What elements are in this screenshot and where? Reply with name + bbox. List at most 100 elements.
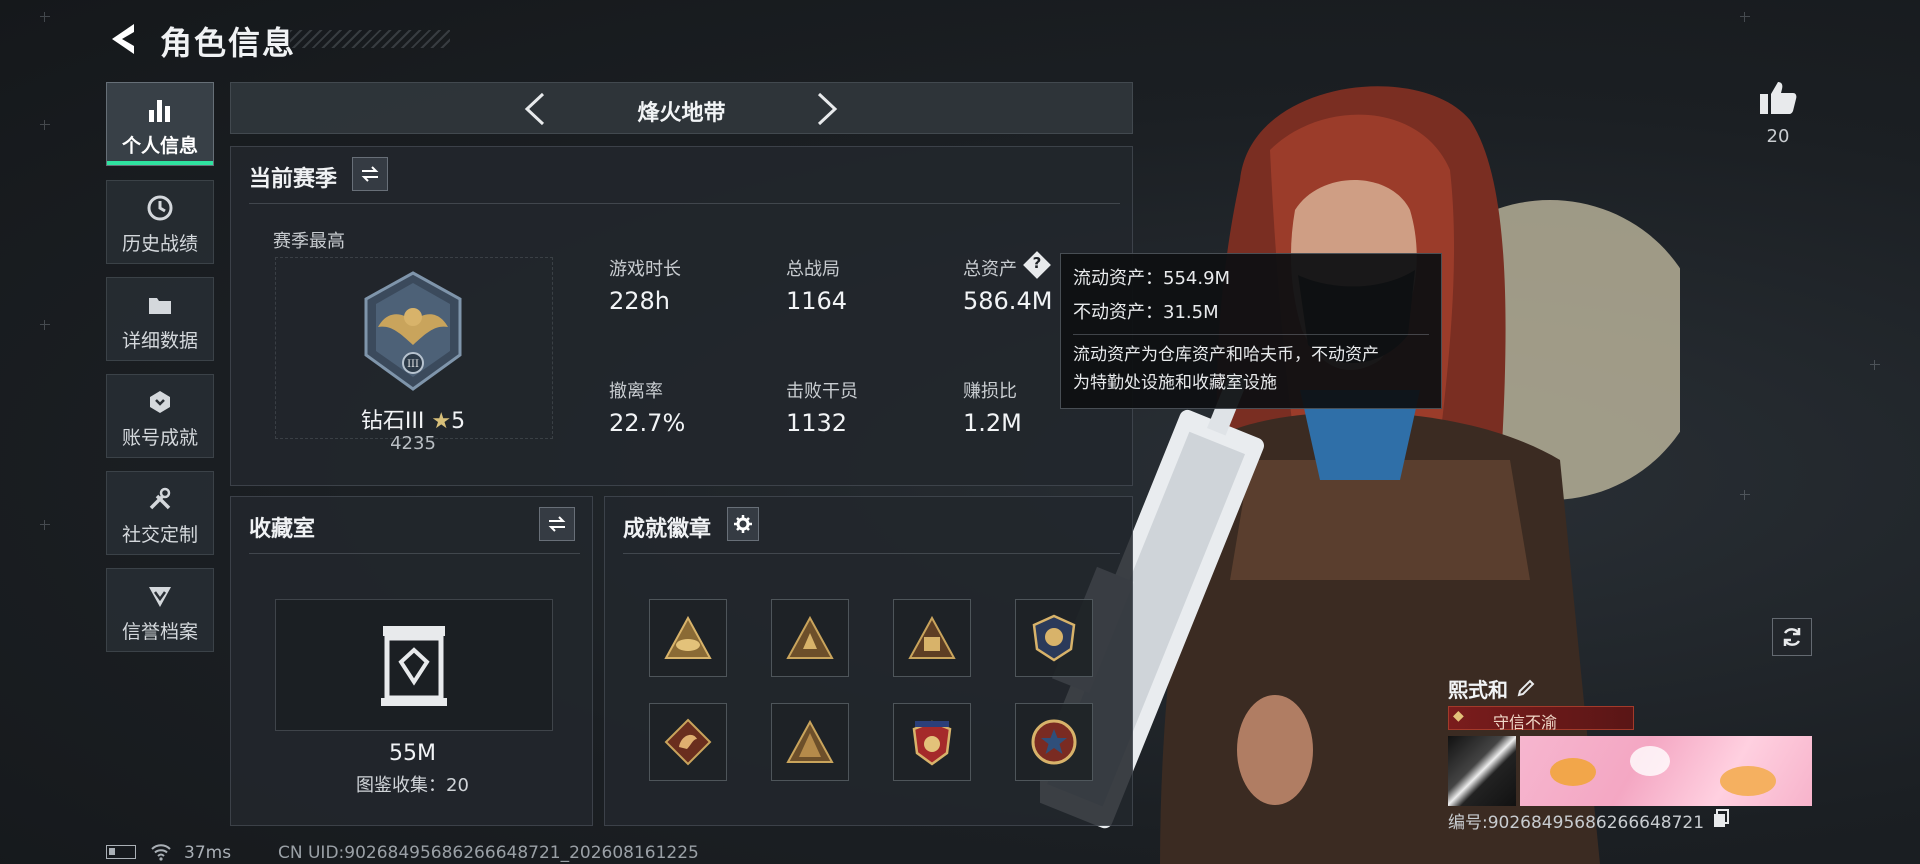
collection-switch-button[interactable] <box>539 507 575 541</box>
triangle-badge-icon <box>786 615 834 659</box>
triangle-badge-icon <box>908 615 956 659</box>
sidebar-item-history[interactable]: 历史战绩 <box>106 180 214 264</box>
collection-panel[interactable]: 收藏室 55M 图鉴收集：20 <box>230 496 593 826</box>
sidebar-item-personal-info[interactable]: 个人信息 <box>106 82 214 166</box>
stat-label: 击败干员 <box>786 381 858 402</box>
clock-icon <box>147 195 173 221</box>
name-card-banner[interactable] <box>1520 736 1812 806</box>
badge-slot[interactable] <box>649 599 727 677</box>
bar-chart-icon <box>149 100 170 122</box>
uid-text: CN UID:90268495686266648721_202608161225 <box>278 843 699 863</box>
grid-mark <box>40 520 50 530</box>
assets-tooltip: 流动资产：554.9M 不动资产：31.5M 流动资产为仓库资产和哈夫币，不动资… <box>1060 253 1442 409</box>
svg-text:III: III <box>407 359 419 370</box>
battery-icon <box>106 845 136 859</box>
stat-label: 赚损比 <box>963 381 1017 402</box>
refresh-button[interactable] <box>1772 618 1812 656</box>
tooltip-fixed: 不动资产：31.5M <box>1073 302 1219 323</box>
grid-mark <box>40 120 50 130</box>
sidebar-item-label: 详细数据 <box>121 330 198 352</box>
collection-preview <box>275 599 553 731</box>
grid-mark <box>1740 12 1750 22</box>
chevron-right-icon[interactable] <box>813 91 841 127</box>
grid-mark <box>40 320 50 330</box>
season-panel: 当前赛季 赛季最高 III 钻石III ★5 4235 游戏时长 228h 总战… <box>230 146 1133 486</box>
back-arrow-icon[interactable] <box>106 20 140 58</box>
vault-icon <box>381 626 447 706</box>
badge-slot[interactable] <box>893 599 971 677</box>
sidebar-item-details[interactable]: 详细数据 <box>106 277 214 361</box>
stat-label: 撤离率 <box>609 381 663 402</box>
stat-value: 1164 <box>786 287 848 315</box>
achievement-icon <box>150 391 170 413</box>
rank-name-row: 钻石III ★5 <box>275 403 551 435</box>
profile-card: 熙式和 ◆ 守信不渝 <box>1444 672 1814 812</box>
copy-icon[interactable] <box>1712 808 1730 828</box>
stat-label: 总资产 <box>963 259 1017 280</box>
season-switch-button[interactable] <box>352 157 388 191</box>
grid-mark <box>1870 360 1880 370</box>
badge-slot[interactable] <box>1015 703 1093 781</box>
swap-icon <box>361 166 379 182</box>
honor-title-badge: ◆ 守信不渝 <box>1448 706 1634 732</box>
sidebar-item-label: 信誉档案 <box>121 621 198 643</box>
sidebar-item-label: 账号成就 <box>121 427 198 449</box>
star-badge-icon <box>1031 719 1077 765</box>
badge-slot[interactable] <box>649 703 727 781</box>
dragon-badge-icon <box>664 718 712 766</box>
badges-title: 成就徽章 <box>623 517 712 542</box>
mode-title: 烽火地带 <box>637 101 726 126</box>
swap-icon <box>548 516 566 532</box>
divider <box>249 203 1120 204</box>
sidebar-item-achievements[interactable]: 账号成就 <box>106 374 214 458</box>
stat-label: 游戏时长 <box>609 259 681 280</box>
title-decoration <box>290 30 450 48</box>
thumbs-up-icon[interactable] <box>1758 80 1798 116</box>
triangle-badge-icon <box>664 615 712 659</box>
collection-count: 图鉴收集：20 <box>356 775 469 796</box>
grid-mark <box>40 12 50 22</box>
honor-title: 守信不渝 <box>1493 713 1558 732</box>
stat-value: 1.2M <box>963 409 1022 437</box>
edit-icon[interactable] <box>1516 678 1536 698</box>
sidebar-item-social[interactable]: 社交定制 <box>106 471 214 555</box>
tooltip-liquid: 流动资产：554.9M <box>1073 268 1231 289</box>
sidebar-item-label: 社交定制 <box>121 524 198 546</box>
badge-slot[interactable] <box>893 703 971 781</box>
diamond-rank-emblem: III <box>364 271 462 391</box>
player-name: 熙式和 <box>1448 678 1508 702</box>
sidebar-item-credit[interactable]: 信誉档案 <box>106 568 214 652</box>
avatar[interactable] <box>1448 736 1516 806</box>
sidebar-item-label: 历史战绩 <box>121 233 198 255</box>
mode-selector: 烽火地带 <box>230 82 1133 134</box>
collection-title: 收藏室 <box>249 517 316 542</box>
ping-value: 37ms <box>184 843 232 863</box>
stat-value: 586.4M <box>963 287 1053 315</box>
divider <box>1073 334 1429 335</box>
rank-stars: 5 <box>451 409 466 434</box>
badges-panel: 成就徽章 <box>604 496 1133 826</box>
badge-slot[interactable] <box>771 599 849 677</box>
badge-slot[interactable] <box>771 703 849 781</box>
collection-value: 55M <box>389 741 436 766</box>
shield-badge-icon <box>1032 614 1076 662</box>
rank-name: 钻石III <box>360 409 425 434</box>
screen: 角色信息 个人信息 历史战绩 详细数据 账号成就 社交定制 信誉档案 烽火地带 … <box>0 0 1920 864</box>
badges-settings-button[interactable] <box>727 507 759 541</box>
wifi-icon <box>151 844 171 861</box>
season-title: 当前赛季 <box>249 167 338 192</box>
triangle-badge-icon <box>786 719 834 763</box>
tooltip-desc: 流动资产为仓库资产和哈夫币，不动资产 <box>1073 345 1379 365</box>
help-icon[interactable] <box>1023 251 1051 279</box>
refresh-icon <box>1783 628 1801 646</box>
stat-label: 总战局 <box>786 259 840 280</box>
title-emblem-icon: ◆ <box>1453 708 1464 724</box>
tooltip-desc: 为特勤处设施和收藏室设施 <box>1073 373 1277 393</box>
folder-icon <box>149 298 171 314</box>
grid-mark <box>1740 490 1750 500</box>
divider <box>249 553 580 554</box>
credit-icon <box>149 587 171 607</box>
badge-slot[interactable] <box>1015 599 1093 677</box>
stat-value: 228h <box>609 287 671 315</box>
star-icon: ★ <box>431 409 452 434</box>
